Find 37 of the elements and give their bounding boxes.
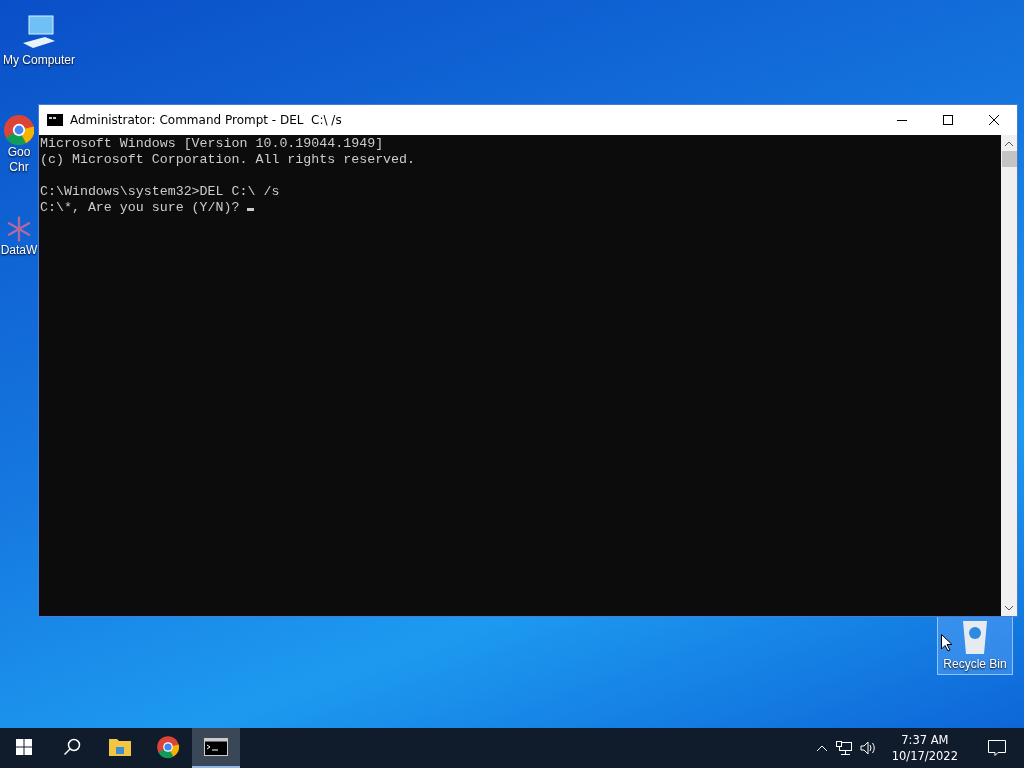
console-line: C:\*, Are you sure (Y/N)?	[40, 200, 1001, 216]
scrollbar[interactable]	[1001, 135, 1017, 616]
console-line: C:\Windows\system32>DEL C:\ /s	[40, 184, 281, 200]
snowflake-icon	[5, 215, 33, 243]
terminal-icon	[47, 114, 63, 126]
search-icon	[63, 738, 81, 756]
icon-label: Chr	[9, 160, 29, 175]
scroll-thumb[interactable]	[1001, 151, 1017, 167]
console-line: Microsoft Windows [Version 10.0.19044.1949]	[40, 136, 385, 152]
window-title: Administrator: Command Prompt - DEL C:\ /s	[70, 113, 343, 127]
icon-label: My Computer	[3, 53, 75, 68]
terminal-icon	[204, 738, 228, 756]
chrome-icon	[156, 735, 180, 759]
desktop-icon[interactable]: Goo Chr	[0, 112, 38, 178]
scroll-up-icon	[1005, 141, 1013, 146]
clock-date: 10/17/2022	[891, 748, 958, 764]
clock-time: 7:37 AM	[901, 732, 949, 748]
desktop-icon[interactable]: DataW	[0, 212, 38, 261]
icon-label: DataW	[0, 243, 38, 258]
speaker-icon	[859, 741, 876, 755]
network-icon	[835, 741, 852, 755]
scroll-down-icon	[1005, 606, 1013, 611]
folder-icon	[108, 737, 132, 757]
chrome-icon	[4, 115, 34, 145]
close-icon	[989, 115, 999, 125]
taskbar-button[interactable]	[192, 728, 240, 768]
icon-label: Recycle Bin	[943, 657, 1007, 672]
icon-label: Goo	[7, 145, 31, 160]
maximize-icon	[943, 115, 953, 125]
speech-bubble-icon	[988, 740, 1006, 756]
minimize-icon	[897, 119, 907, 121]
caret-up-icon	[815, 744, 828, 752]
mouse-pointer-icon	[941, 634, 953, 652]
clock[interactable]: 7:37 AM 10/17/2022	[883, 732, 966, 764]
console-line: (c) Microsoft Corporation. All rights reserved.	[40, 152, 417, 168]
windows-logo-icon	[16, 739, 32, 755]
desktop-icon[interactable]: My Computer	[0, 10, 78, 71]
